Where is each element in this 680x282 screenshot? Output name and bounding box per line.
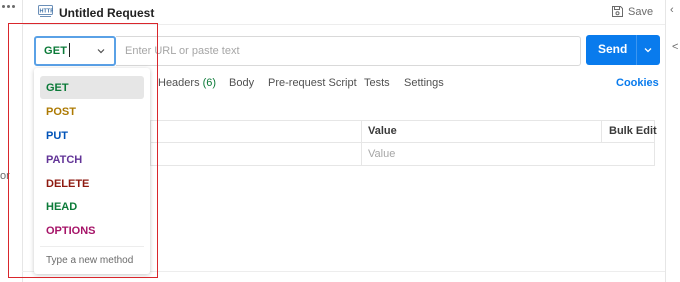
- save-button[interactable]: Save: [628, 6, 653, 18]
- bulk-edit-button[interactable]: Bulk Edit: [609, 125, 657, 137]
- params-table: [150, 120, 655, 166]
- table-column-divider: [601, 120, 602, 143]
- floppy-disk-icon[interactable]: [611, 5, 624, 18]
- param-value-input[interactable]: Value: [368, 148, 395, 160]
- tab-tests[interactable]: Tests: [364, 77, 390, 89]
- tab-headers[interactable]: Headers (6): [158, 77, 216, 89]
- tab-pre-request-script[interactable]: Pre-request Script: [268, 77, 357, 89]
- table-header-divider: [150, 142, 655, 143]
- cookies-link[interactable]: Cookies: [616, 77, 659, 89]
- collapse-arrow-icon[interactable]: ‹: [670, 4, 674, 16]
- send-button-label: Send: [598, 42, 628, 56]
- http-file-icon: HTTP: [38, 5, 54, 17]
- tab-settings[interactable]: Settings: [404, 77, 444, 89]
- send-button-divider: [636, 35, 637, 65]
- highlight-box: [8, 23, 158, 278]
- column-header-value: Value: [368, 125, 397, 137]
- right-panel-divider: [665, 0, 666, 282]
- table-column-divider: [361, 120, 362, 166]
- request-title[interactable]: Untitled Request: [59, 6, 154, 20]
- svg-text:HTTP: HTTP: [40, 9, 54, 15]
- send-button[interactable]: Send: [586, 35, 660, 65]
- tab-headers-label: Headers: [158, 77, 200, 89]
- chevron-down-icon[interactable]: [643, 45, 653, 55]
- url-input[interactable]: [116, 36, 581, 66]
- more-options-icon[interactable]: [2, 2, 16, 10]
- tab-headers-count: (6): [202, 77, 217, 89]
- tab-body[interactable]: Body: [229, 77, 254, 89]
- code-icon[interactable]: <: [672, 41, 678, 53]
